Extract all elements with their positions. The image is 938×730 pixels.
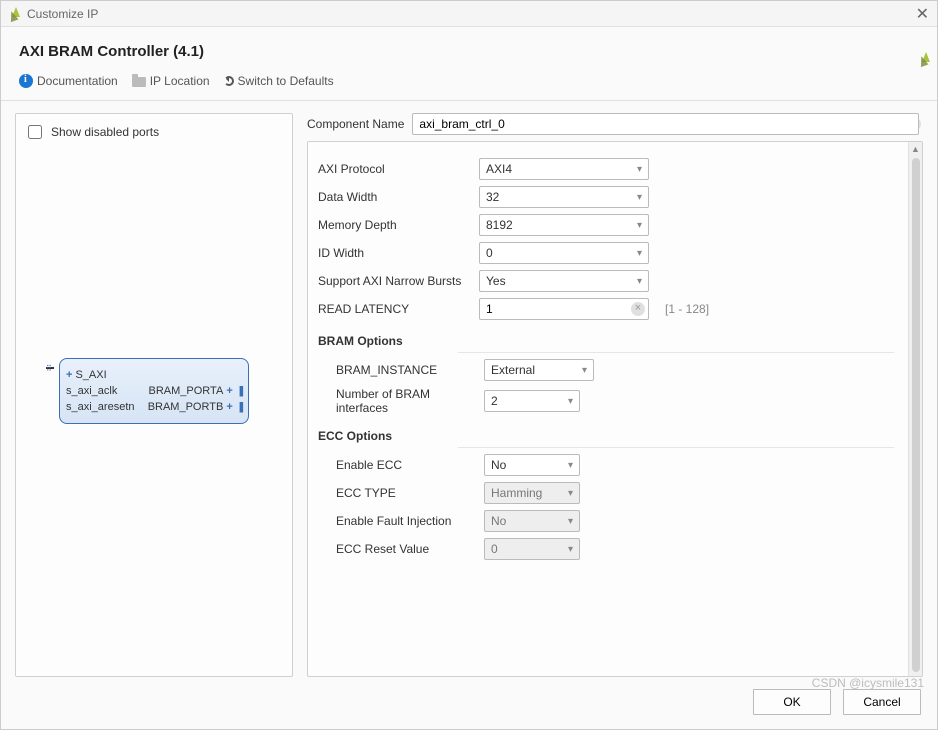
show-disabled-checkbox[interactable] <box>28 125 42 139</box>
refresh-icon <box>224 76 234 86</box>
switch-defaults-link[interactable]: Switch to Defaults <box>224 74 334 88</box>
scroll-up-icon: ▲ <box>911 144 920 154</box>
toolbar: Documentation IP Location Switch to Defa… <box>1 68 937 101</box>
scrollbar[interactable]: ▲ <box>908 142 922 676</box>
ecc-reset-label: ECC Reset Value <box>336 542 476 556</box>
chevron-down-icon: ▾ <box>637 192 642 203</box>
port-bram-porta: BRAM_PORTA <box>149 385 224 397</box>
close-button[interactable]: ✕ <box>916 4 929 24</box>
chevron-down-icon: ▾ <box>568 396 573 407</box>
vivado-logo-icon <box>9 7 23 21</box>
chevron-down-icon: ▾ <box>637 248 642 259</box>
bus-icon: ||| <box>239 385 242 397</box>
config-scroll: AXI Protocol AXI4 ▾ Data Width 32 ▾ <box>308 142 908 676</box>
narrow-bursts-label: Support AXI Narrow Bursts <box>318 274 471 288</box>
chevron-down-icon: ▾ <box>568 488 573 499</box>
data-width-select[interactable]: 32 ▾ <box>479 186 649 208</box>
fault-injection-select: No ▾ <box>484 510 580 532</box>
axi-protocol-select[interactable]: AXI4 ▾ <box>479 158 649 180</box>
port-s-axi-aresetn: s_axi_aresetn <box>66 401 135 413</box>
chevron-down-icon: ▾ <box>582 365 587 376</box>
ok-button[interactable]: OK <box>753 689 831 715</box>
plus-icon: + <box>223 385 232 397</box>
ports-panel: Show disabled ports ⠿ +S_AXI s_axi_aclk … <box>15 113 293 677</box>
bram-num-if-select[interactable]: 2 ▾ <box>484 390 580 412</box>
read-latency-hint: [1 - 128] <box>665 302 709 316</box>
read-latency-input[interactable] <box>479 298 649 320</box>
ip-block-diagram: ⠿ +S_AXI s_axi_aclk BRAM_PORTA +||| s_ax… <box>59 358 249 424</box>
axi-protocol-label: AXI Protocol <box>318 162 471 176</box>
enable-ecc-select[interactable]: No ▾ <box>484 454 580 476</box>
ecc-reset-select: 0 ▾ <box>484 538 580 560</box>
ip-location-link[interactable]: IP Location <box>132 74 210 88</box>
memory-depth-label: Memory Depth <box>318 218 471 232</box>
fault-injection-label: Enable Fault Injection <box>336 514 476 528</box>
bram-instance-select[interactable]: External ▾ <box>484 359 594 381</box>
header: AXI BRAM Controller (4.1) <box>1 27 937 68</box>
customize-ip-window: Customize IP ✕ AXI BRAM Controller (4.1)… <box>0 0 938 730</box>
scroll-thumb[interactable] <box>912 158 920 672</box>
bus-dots-icon: ⠿ <box>46 367 54 369</box>
ecc-options-header: ECC Options <box>318 429 894 443</box>
cancel-button[interactable]: Cancel <box>843 689 921 715</box>
chevron-down-icon: ▾ <box>568 544 573 555</box>
port-bram-portb: BRAM_PORTB <box>148 401 224 413</box>
page-title: AXI BRAM Controller (4.1) <box>19 43 204 60</box>
chevron-down-icon: ▾ <box>637 164 642 175</box>
port-s-axi-aclk: s_axi_aclk <box>66 385 117 397</box>
data-width-label: Data Width <box>318 190 471 204</box>
chevron-down-icon: ▾ <box>637 220 642 231</box>
window-title: Customize IP <box>27 7 98 21</box>
component-name-row: Component Name × <box>307 113 923 135</box>
ecc-type-select: Hamming ▾ <box>484 482 580 504</box>
narrow-bursts-select[interactable]: Yes ▾ <box>479 270 649 292</box>
config-area: AXI Protocol AXI4 ▾ Data Width 32 ▾ <box>307 141 923 677</box>
plus-icon: + <box>66 369 72 381</box>
clear-icon[interactable]: × <box>631 302 645 316</box>
read-latency-label: READ LATENCY <box>318 302 471 316</box>
plus-icon: + <box>223 401 232 413</box>
id-width-label: ID Width <box>318 246 471 260</box>
bram-options-header: BRAM Options <box>318 334 894 348</box>
port-s-axi: S_AXI <box>75 369 106 381</box>
info-icon <box>19 74 33 88</box>
chevron-down-icon: ▾ <box>637 276 642 287</box>
ecc-type-label: ECC TYPE <box>336 486 476 500</box>
enable-ecc-label: Enable ECC <box>336 458 476 472</box>
folder-icon <box>132 77 146 87</box>
bus-icon: ||| <box>239 401 242 413</box>
chevron-down-icon: ▾ <box>568 516 573 527</box>
component-name-label: Component Name <box>307 117 404 131</box>
footer: OK Cancel <box>1 677 937 729</box>
documentation-label: Documentation <box>37 74 118 88</box>
show-disabled-label: Show disabled ports <box>51 125 159 139</box>
ip-location-label: IP Location <box>150 74 210 88</box>
config-panel: Component Name × AXI Protocol AXI4 ▾ Dat… <box>307 113 923 677</box>
show-disabled-row: Show disabled ports <box>22 120 286 148</box>
bram-instance-label: BRAM_INSTANCE <box>336 363 476 377</box>
documentation-link[interactable]: Documentation <box>19 74 118 88</box>
component-name-input[interactable] <box>412 113 919 135</box>
id-width-select[interactable]: 0 ▾ <box>479 242 649 264</box>
titlebar: Customize IP ✕ <box>1 1 937 27</box>
bram-num-if-label: Number of BRAM interfaces <box>336 387 476 415</box>
body: Show disabled ports ⠿ +S_AXI s_axi_aclk … <box>1 101 937 677</box>
switch-defaults-label: Switch to Defaults <box>238 74 334 88</box>
chevron-down-icon: ▾ <box>568 460 573 471</box>
memory-depth-select[interactable]: 8192 ▾ <box>479 214 649 236</box>
